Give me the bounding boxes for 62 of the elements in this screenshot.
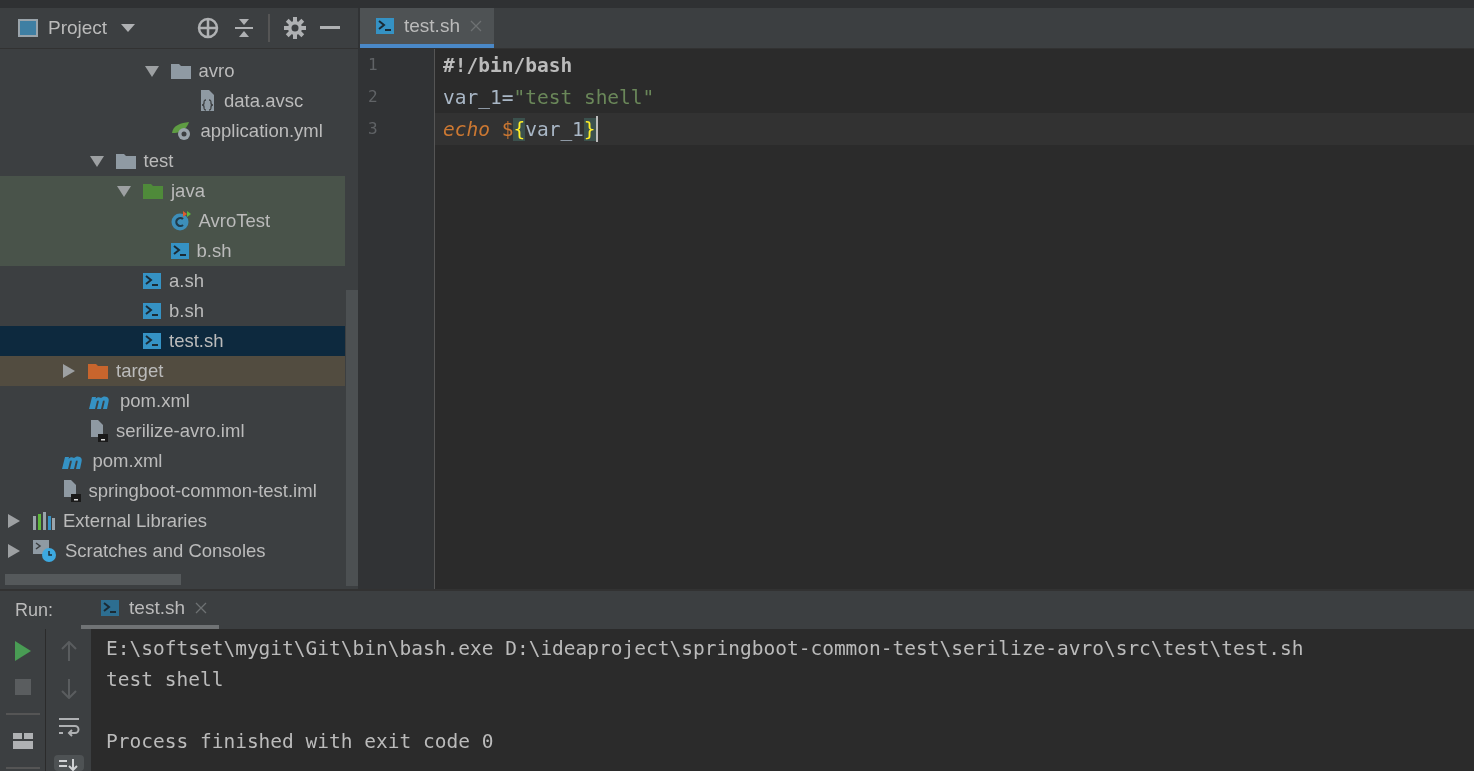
scroll-to-end-button[interactable]	[53, 755, 84, 771]
tree-item[interactable]: serilize-avro.iml	[116, 420, 245, 442]
close-icon[interactable]	[195, 602, 207, 614]
tree-item[interactable]: avro	[198, 60, 235, 82]
terminal-icon	[143, 303, 161, 319]
tree-item[interactable]: data.avsc	[224, 90, 304, 112]
tree-item[interactable]: pom.xml	[92, 450, 163, 472]
folder-icon	[115, 153, 136, 169]
console-output-line: Process finished with exit code 0	[106, 729, 495, 755]
libraries-icon	[33, 512, 55, 530]
console-output-line: E:\softset\mygit\Git\bin\bash.exe D:\ideaproject\springboot-common-test\serilize-avro\src\test\test.sh	[106, 636, 1305, 662]
settings-icon[interactable]	[284, 17, 306, 39]
terminal-icon	[143, 273, 161, 289]
folder-icon	[170, 63, 191, 79]
vertical-scrollbar[interactable]	[346, 290, 358, 586]
leaf-gear-icon	[170, 121, 193, 141]
folder-icon	[88, 363, 108, 379]
expanded-arrow-icon[interactable]	[89, 154, 104, 168]
run-icon[interactable]	[13, 641, 32, 661]
expanded-arrow-icon[interactable]	[144, 64, 159, 78]
minimize-icon[interactable]	[320, 26, 340, 30]
tree-item[interactable]: application.yml	[200, 120, 323, 142]
collapsed-arrow-icon[interactable]	[7, 544, 21, 558]
project-view-title[interactable]: Project	[48, 17, 108, 39]
terminal-icon	[376, 18, 394, 34]
run-panel-label: Run:	[15, 599, 54, 621]
tree-item[interactable]: test	[143, 150, 174, 172]
collapse-all-icon[interactable]	[234, 18, 254, 38]
project-window-icon	[18, 19, 38, 37]
terminal-icon	[170, 243, 189, 259]
tree-item[interactable]: pom.xml	[120, 390, 190, 412]
text-cursor	[595, 116, 598, 142]
collapsed-arrow-icon[interactable]	[62, 364, 76, 378]
class-icon	[170, 211, 191, 231]
tree-item[interactable]: a.sh	[169, 270, 204, 292]
tree-item[interactable]: b.sh	[169, 300, 204, 322]
folder-icon	[143, 183, 163, 199]
module-file-icon	[88, 420, 108, 442]
soft-wrap-icon[interactable]	[57, 717, 80, 737]
collapsed-arrow-icon[interactable]	[7, 514, 21, 528]
code-line: var_1="test shell"	[443, 85, 655, 109]
scratches-icon	[33, 540, 57, 562]
code-line: #!/bin/bash	[443, 53, 573, 77]
code-line: echo ${var_1}	[443, 117, 596, 141]
tree-item[interactable]: target	[116, 360, 164, 382]
caret-icon[interactable]	[121, 24, 136, 32]
console-output-line: test shell	[106, 667, 225, 693]
terminal-icon	[101, 600, 120, 616]
terminal-icon	[143, 333, 161, 349]
tree-item[interactable]: test.sh	[169, 330, 224, 352]
tree-item[interactable]: java	[171, 180, 205, 202]
editor-tab[interactable]: test.sh	[360, 8, 494, 48]
horizontal-scrollbar[interactable]	[5, 574, 181, 585]
expanded-arrow-icon[interactable]	[117, 184, 131, 198]
tree-item[interactable]: AvroTest	[198, 210, 271, 232]
tree-item[interactable]: External Libraries	[63, 510, 207, 532]
tree-item[interactable]: b.sh	[196, 240, 232, 262]
locate-icon[interactable]	[196, 16, 220, 40]
schema-file-icon	[198, 90, 216, 112]
layout-icon[interactable]	[12, 733, 33, 749]
tree-item[interactable]: springboot-common-test.iml	[88, 480, 317, 502]
tree-item[interactable]: Scratches and Consoles	[65, 540, 266, 562]
